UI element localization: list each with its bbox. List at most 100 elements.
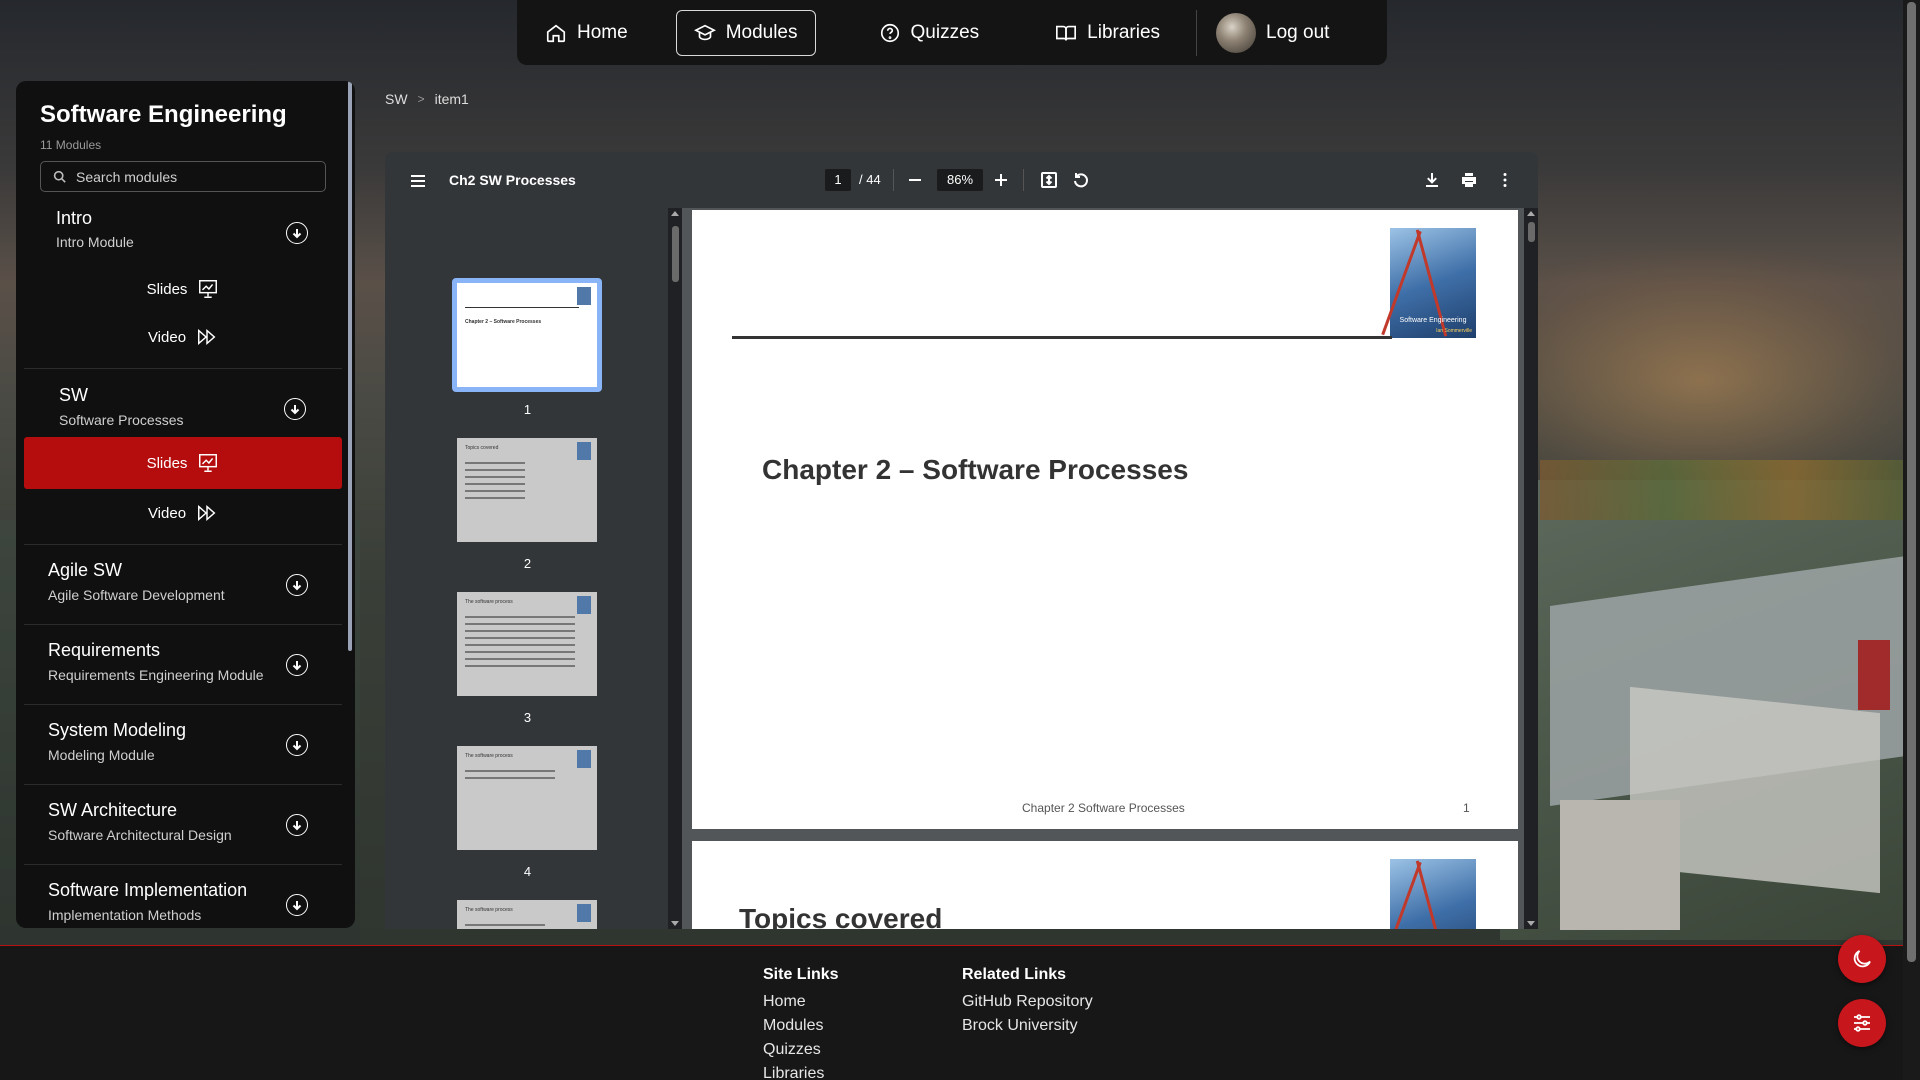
download-button[interactable] (284, 398, 306, 420)
scroll-thumb[interactable] (672, 226, 679, 282)
module-system-modeling[interactable]: System Modeling Modeling Module (24, 705, 342, 785)
module-software-implementation[interactable]: Software Implementation Implementation M… (24, 865, 342, 928)
rotate-button[interactable] (1070, 169, 1092, 191)
download-button[interactable] (286, 574, 308, 596)
breadcrumb-item[interactable]: item1 (435, 91, 469, 107)
slide-number: 1 (1463, 801, 1470, 815)
arrow-down-icon (292, 821, 302, 831)
breadcrumb-separator: > (417, 92, 425, 106)
settings-button[interactable] (1838, 999, 1886, 1047)
download-icon (1426, 173, 1438, 187)
footer-link-brock[interactable]: Brock University (962, 1014, 1093, 1038)
module-sw-architecture[interactable]: SW Architecture Software Architectural D… (24, 785, 342, 865)
sidebar-item-sw-video[interactable]: Video (24, 487, 342, 539)
scroll-down-arrow-icon[interactable] (1527, 921, 1535, 926)
arrow-down-icon (292, 229, 302, 239)
nav-quizzes[interactable]: Quizzes (861, 10, 998, 56)
sidebar-toggle-button[interactable] (407, 170, 429, 192)
toolbar-divider (893, 169, 894, 191)
footer-heading: Related Links (962, 966, 1067, 983)
dark-mode-toggle-button[interactable] (1838, 935, 1886, 983)
footer-link-quizzes[interactable]: Quizzes (763, 1038, 839, 1062)
zoom-in-button[interactable] (990, 169, 1012, 191)
thumbnail-page[interactable]: Topics covered (457, 438, 597, 542)
slide-title: Chapter 2 – Software Processes (762, 454, 1189, 485)
thumbnail-page[interactable]: The software process (457, 746, 597, 850)
book-icon (1056, 25, 1077, 40)
video-label: Video (147, 504, 187, 522)
scroll-thumb[interactable] (1528, 222, 1535, 242)
nav-home[interactable]: Home (527, 10, 646, 56)
thumbnail-number: 2 (523, 556, 532, 571)
sidebar-item-intro-video[interactable]: Video (24, 311, 342, 363)
page-total: / 44 (859, 172, 881, 187)
book-cover-logo (1381, 859, 1476, 929)
thumbnail-logo (577, 904, 591, 922)
top-navigation: Home Modules Quizzes Libraries Log out (517, 0, 1387, 65)
breadcrumb-item[interactable]: SW (385, 91, 408, 107)
sidebar-scrollbar[interactable] (348, 81, 352, 651)
footer-link-modules[interactable]: Modules (763, 1014, 839, 1038)
arrow-down-icon (292, 901, 302, 911)
avatar (1216, 12, 1257, 53)
download-button[interactable] (286, 734, 308, 756)
module-subtitle: Software Processes (59, 412, 184, 428)
search-input[interactable]: Search modules (40, 161, 326, 192)
module-title: Requirements (48, 640, 161, 660)
page-scrollbar[interactable] (1524, 208, 1538, 929)
thumbnail-number: 4 (523, 864, 532, 879)
arrow-down-icon (292, 581, 302, 591)
arrow-down-icon (290, 405, 300, 415)
printer-icon (1462, 173, 1476, 187)
download-button[interactable] (286, 654, 308, 676)
scroll-up-arrow-icon[interactable] (671, 211, 679, 216)
sidebar-item-intro-slides[interactable]: Slides (24, 263, 342, 315)
page-number-input[interactable]: 1 (825, 169, 851, 191)
download-button[interactable] (286, 814, 308, 836)
sliders-icon (1854, 1014, 1870, 1032)
download-button[interactable] (1421, 169, 1443, 191)
nav-logout[interactable]: Log out (1203, 10, 1347, 56)
zoom-input[interactable]: 86% (937, 169, 983, 191)
scroll-up-arrow-icon[interactable] (1527, 211, 1535, 216)
thumbnail-page[interactable]: The software process (457, 900, 597, 929)
print-button[interactable] (1458, 169, 1480, 191)
scroll-down-arrow-icon[interactable] (671, 921, 679, 926)
arrow-down-icon (292, 661, 302, 671)
scroll-thumb[interactable] (1907, 2, 1916, 962)
zoom-out-button[interactable] (904, 169, 926, 191)
download-button[interactable] (286, 894, 308, 916)
window-scrollbar[interactable] (1903, 0, 1920, 1080)
footer-link-home[interactable]: Home (763, 990, 839, 1014)
module-subtitle: Requirements Engineering Module (48, 667, 264, 683)
pdf-page: Topics covered (692, 841, 1518, 929)
thumbnail-text: The software process (465, 753, 513, 759)
logo-title: Software Engineering (1399, 317, 1467, 324)
sidebar-item-sw-slides[interactable]: Slides (24, 437, 342, 489)
module-title: SW Architecture (48, 800, 178, 820)
module-title: Software Implementation (48, 880, 248, 900)
nav-modules-label: Modules (725, 21, 798, 43)
slides-label: Slides (146, 280, 188, 298)
rotate-icon (1074, 173, 1088, 188)
thumbnail-page[interactable]: Chapter 2 – Software Processes (452, 278, 602, 392)
download-button[interactable] (286, 222, 308, 244)
nav-modules[interactable]: Modules (675, 9, 816, 56)
thumbnail-lines (465, 770, 555, 784)
module-agile-sw[interactable]: Agile SW Agile Software Development (24, 545, 342, 625)
footer-link-libraries[interactable]: Libraries (763, 1062, 839, 1080)
module-subtitle: Software Architectural Design (48, 827, 232, 843)
footer-link-github[interactable]: GitHub Repository (962, 990, 1093, 1014)
more-options-button[interactable] (1494, 169, 1516, 191)
fit-page-button[interactable] (1038, 169, 1060, 191)
thumbnail-panel: Chapter 2 – Software Processes 1 Topics … (385, 208, 682, 929)
module-requirements[interactable]: Requirements Requirements Engineering Mo… (24, 625, 342, 705)
menu-icon (411, 175, 425, 187)
thumbnail-lines (465, 924, 545, 929)
document-title: Ch2 SW Processes (449, 172, 576, 188)
nav-libraries-label: Libraries (1087, 21, 1161, 43)
thumbnail-page[interactable]: The software process (457, 592, 597, 696)
nav-libraries[interactable]: Libraries (1037, 10, 1178, 56)
slides-label: Slides (146, 454, 188, 472)
thumbnail-scrollbar[interactable] (668, 208, 682, 929)
